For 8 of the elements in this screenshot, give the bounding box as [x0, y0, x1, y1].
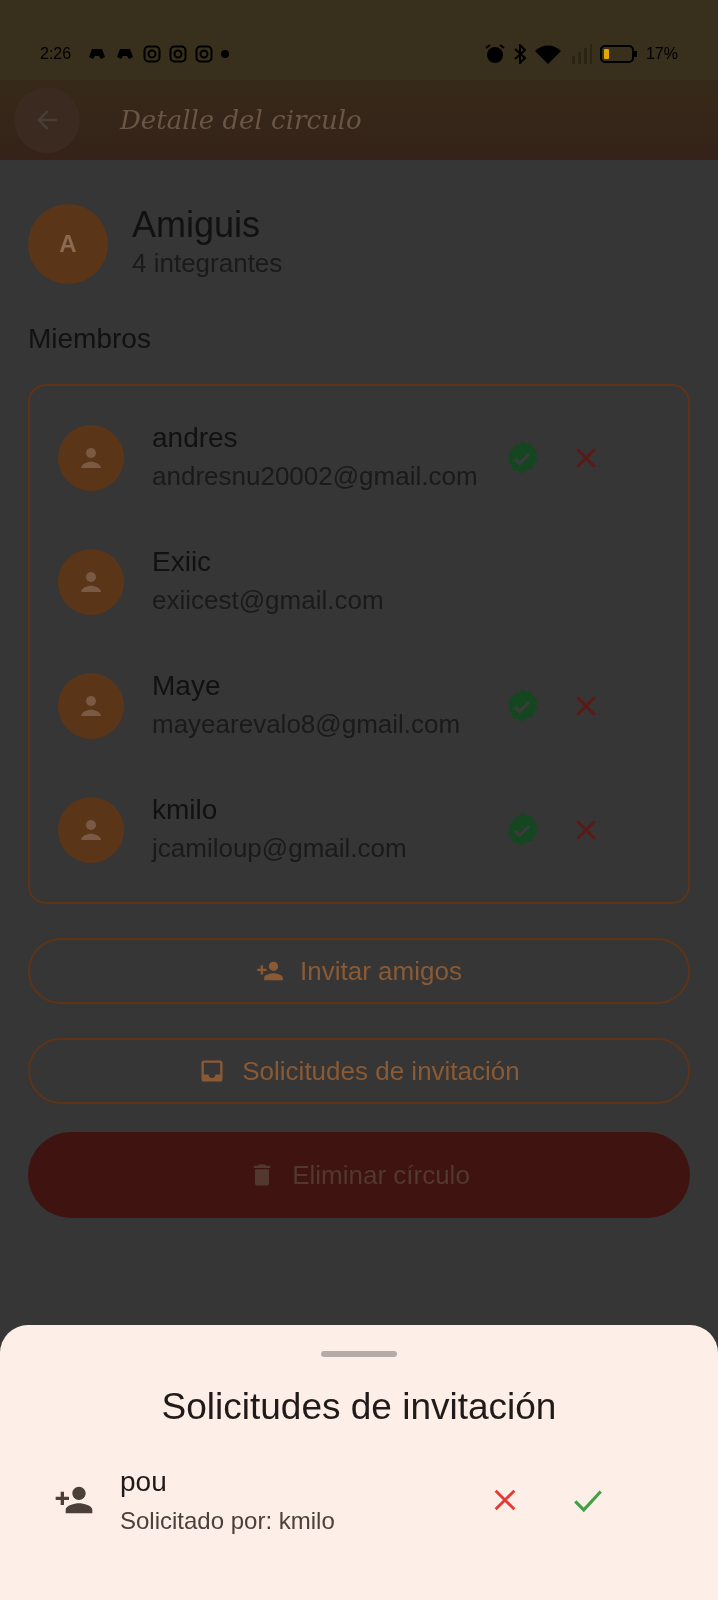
request-name: pou: [120, 1464, 168, 1499]
sheet-title: Solicitudes de invitación: [160, 1385, 558, 1429]
action-button[interactable]: Solicitudes de invitación: [28, 1038, 690, 1104]
battery-percent: 17%: [645, 44, 678, 64]
group-avatar: A: [28, 204, 108, 284]
action-button[interactable]: Invitar amigos: [28, 938, 690, 1004]
requested-by: Solicitado por: kmilo: [120, 1505, 336, 1536]
status-time: 2:26: [40, 44, 72, 64]
